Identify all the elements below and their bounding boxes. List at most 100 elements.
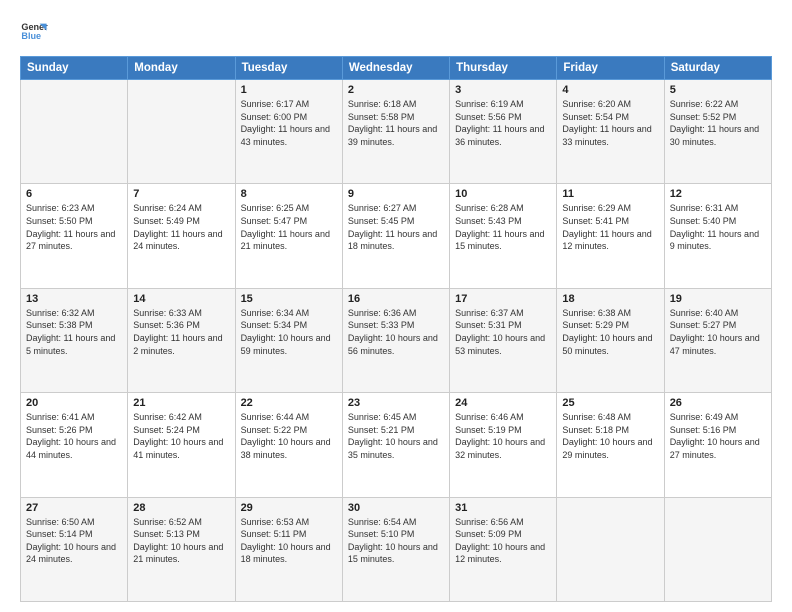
day-number: 18 (562, 293, 658, 305)
day-info: Sunrise: 6:31 AMSunset: 5:40 PMDaylight:… (670, 202, 766, 252)
calendar-cell: 6 Sunrise: 6:23 AMSunset: 5:50 PMDaylight… (21, 184, 128, 288)
calendar-cell: 5 Sunrise: 6:22 AMSunset: 5:52 PMDaylight… (664, 80, 771, 184)
daylight-text: Daylight: 10 hours and 38 minutes. (241, 437, 331, 460)
sunrise-text: Sunrise: 6:33 AM (133, 308, 202, 318)
calendar-cell: 4 Sunrise: 6:20 AMSunset: 5:54 PMDaylight… (557, 80, 664, 184)
sunset-text: Sunset: 5:11 PM (241, 529, 307, 539)
calendar-cell: 20Sunrise: 6:41 AMSunset: 5:26 PMDayligh… (21, 393, 128, 497)
sunset-text: Sunset: 5:10 PM (348, 529, 415, 539)
day-info: Sunrise: 6:17 AMSunset: 6:00 PMDaylight:… (241, 98, 337, 148)
header: General Blue (20, 18, 772, 46)
week-row-3: 13Sunrise: 6:32 AMSunset: 5:38 PMDayligh… (21, 288, 772, 392)
calendar-cell: 15 Sunrise: 6:34 AMSunset: 5:34 PMDayligh… (235, 288, 342, 392)
day-info: Sunrise: 6:18 AMSunset: 5:58 PMDaylight:… (348, 98, 444, 148)
day-number: 12 (670, 188, 766, 200)
daylight-text: Daylight: 10 hours and 35 minutes. (348, 437, 438, 460)
day-header-sunday: Sunday (21, 57, 128, 80)
daylight-text: Daylight: 11 hours and 15 minutes. (455, 229, 544, 252)
daylight-text: Daylight: 10 hours and 59 minutes. (241, 333, 331, 356)
day-number: 7 (133, 188, 229, 200)
calendar-cell: 17Sunrise: 6:37 AMSunset: 5:31 PMDayligh… (450, 288, 557, 392)
svg-text:Blue: Blue (21, 31, 41, 41)
sunrise-text: Sunrise: 6:44 AM (241, 412, 310, 422)
week-row-1: 1Sunrise: 6:17 AMSunset: 6:00 PMDaylight… (21, 80, 772, 184)
sunrise-text: Sunrise: 6:32 AM (26, 308, 95, 318)
calendar-cell: 8Sunrise: 6:25 AMSunset: 5:47 PMDaylight… (235, 184, 342, 288)
sunset-text: Sunset: 5:43 PM (455, 216, 522, 226)
logo: General Blue (20, 18, 48, 46)
day-info: Sunrise: 6:27 AMSunset: 5:45 PMDaylight:… (348, 202, 444, 252)
week-row-4: 20Sunrise: 6:41 AMSunset: 5:26 PMDayligh… (21, 393, 772, 497)
calendar-cell: 14Sunrise: 6:33 AMSunset: 5:36 PMDayligh… (128, 288, 235, 392)
day-header-friday: Friday (557, 57, 664, 80)
calendar-cell: 13Sunrise: 6:32 AMSunset: 5:38 PMDayligh… (21, 288, 128, 392)
calendar-cell: 3Sunrise: 6:19 AMSunset: 5:56 PMDaylight… (450, 80, 557, 184)
daylight-text: Daylight: 11 hours and 18 minutes. (348, 229, 437, 252)
sunrise-text: Sunrise: 6:38 AM (562, 308, 631, 318)
daylight-text: Daylight: 11 hours and 33 minutes. (562, 124, 651, 147)
day-number: 11 (562, 188, 658, 200)
daylight-text: Daylight: 10 hours and 41 minutes. (133, 437, 223, 460)
daylight-text: Daylight: 11 hours and 21 minutes. (241, 229, 330, 252)
daylight-text: Daylight: 10 hours and 47 minutes. (670, 333, 760, 356)
daylight-text: Daylight: 10 hours and 18 minutes. (241, 542, 331, 565)
daylight-text: Daylight: 10 hours and 56 minutes. (348, 333, 438, 356)
daylight-text: Daylight: 10 hours and 12 minutes. (455, 542, 545, 565)
sunset-text: Sunset: 5:38 PM (26, 320, 93, 330)
day-info: Sunrise: 6:20 AMSunset: 5:54 PMDaylight:… (562, 98, 658, 148)
sunrise-text: Sunrise: 6:19 AM (455, 99, 524, 109)
day-info: Sunrise: 6:56 AMSunset: 5:09 PMDaylight:… (455, 516, 551, 566)
calendar-cell: 7 Sunrise: 6:24 AM Sunset: 5:49 PM Daylight… (128, 184, 235, 288)
sunrise-text: Sunrise: 6:24 AM (133, 203, 202, 213)
calendar-cell: 16Sunrise: 6:36 AMSunset: 5:33 PMDayligh… (342, 288, 449, 392)
daylight-text: Daylight: 10 hours and 50 minutes. (562, 333, 652, 356)
sunrise-text: Sunrise: 6:20 AM (562, 99, 631, 109)
day-number: 17 (455, 293, 551, 305)
calendar-cell: 29Sunrise: 6:53 AMSunset: 5:11 PMDayligh… (235, 497, 342, 601)
sunset-text: Sunset: 5:29 PM (562, 320, 629, 330)
day-info: Sunrise: 6:41 AMSunset: 5:26 PMDaylight:… (26, 411, 122, 461)
day-info: Sunrise: 6:45 AMSunset: 5:21 PMDaylight:… (348, 411, 444, 461)
calendar-table: SundayMondayTuesdayWednesdayThursdayFrid… (20, 56, 772, 602)
daylight-text: Daylight: 11 hours and 39 minutes. (348, 124, 437, 147)
day-info: Sunrise: 6:23 AMSunset: 5:50 PMDaylight:… (26, 202, 122, 252)
calendar-cell: 23Sunrise: 6:45 AMSunset: 5:21 PMDayligh… (342, 393, 449, 497)
day-info: Sunrise: 6:36 AMSunset: 5:33 PMDaylight:… (348, 307, 444, 357)
daylight-text: Daylight: 11 hours and 24 minutes. (133, 229, 222, 252)
day-header-saturday: Saturday (664, 57, 771, 80)
calendar-cell: 22Sunrise: 6:44 AMSunset: 5:22 PMDayligh… (235, 393, 342, 497)
day-info: Sunrise: 6:34 AMSunset: 5:34 PMDaylight:… (241, 307, 337, 357)
daylight-text: Daylight: 10 hours and 15 minutes. (348, 542, 438, 565)
daylight-text: Daylight: 11 hours and 9 minutes. (670, 229, 759, 252)
calendar-cell (128, 80, 235, 184)
day-info: Sunrise: 6:52 AMSunset: 5:13 PMDaylight:… (133, 516, 229, 566)
sunrise-text: Sunrise: 6:50 AM (26, 517, 95, 527)
daylight-text: Daylight: 10 hours and 29 minutes. (562, 437, 652, 460)
sunrise-text: Sunrise: 6:46 AM (455, 412, 524, 422)
daylight-text: Daylight: 10 hours and 44 minutes. (26, 437, 116, 460)
day-number: 30 (348, 502, 444, 514)
day-info: Sunrise: 6:40 AMSunset: 5:27 PMDaylight:… (670, 307, 766, 357)
sunset-text: Sunset: 5:49 PM (133, 216, 200, 226)
sunrise-text: Sunrise: 6:45 AM (348, 412, 417, 422)
sunset-text: Sunset: 5:14 PM (26, 529, 93, 539)
sunrise-text: Sunrise: 6:52 AM (133, 517, 202, 527)
daylight-text: Daylight: 11 hours and 5 minutes. (26, 333, 115, 356)
daylight-text: Daylight: 10 hours and 53 minutes. (455, 333, 545, 356)
sunrise-text: Sunrise: 6:48 AM (562, 412, 631, 422)
sunset-text: Sunset: 5:45 PM (348, 216, 415, 226)
day-number: 4 (562, 84, 658, 96)
calendar-cell: 12 Sunrise: 6:31 AMSunset: 5:40 PMDayligh… (664, 184, 771, 288)
sunset-text: Sunset: 5:47 PM (241, 216, 308, 226)
sunset-text: Sunset: 5:50 PM (26, 216, 93, 226)
sunset-text: Sunset: 5:52 PM (670, 112, 737, 122)
day-number: 5 (670, 84, 766, 96)
day-info: Sunrise: 6:44 AMSunset: 5:22 PMDaylight:… (241, 411, 337, 461)
day-number: 15 (241, 293, 337, 305)
daylight-text: Daylight: 11 hours and 43 minutes. (241, 124, 330, 147)
day-number: 6 (26, 188, 122, 200)
day-info: Sunrise: 6:22 AMSunset: 5:52 PMDaylight:… (670, 98, 766, 148)
sunset-text: Sunset: 5:18 PM (562, 425, 629, 435)
sunrise-text: Sunrise: 6:31 AM (670, 203, 739, 213)
day-info: Sunrise: 6:49 AMSunset: 5:16 PMDaylight:… (670, 411, 766, 461)
